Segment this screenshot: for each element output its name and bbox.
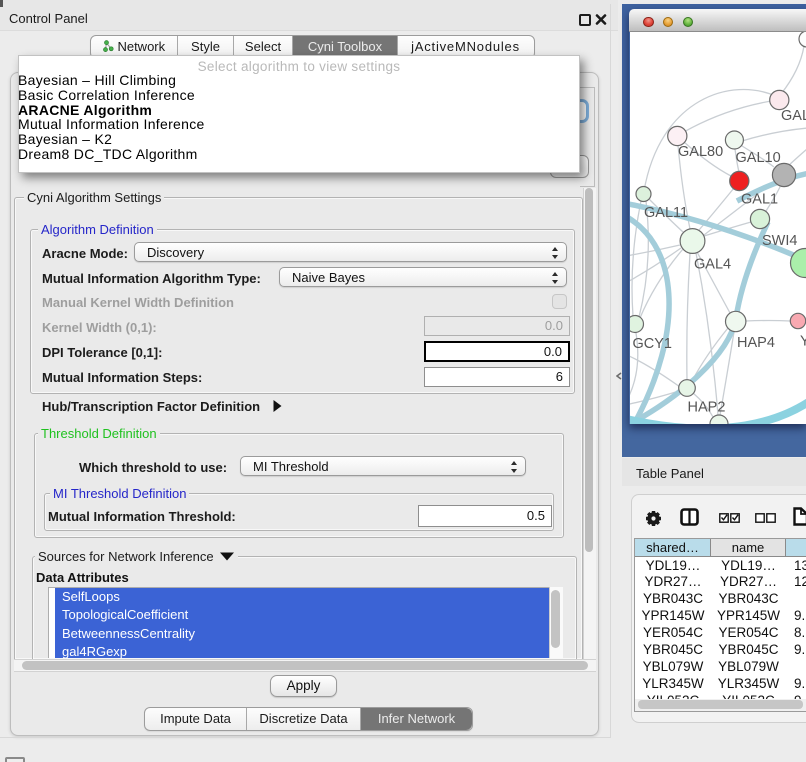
svg-text:GAL2: GAL2 bbox=[781, 108, 806, 124]
svg-text:GAL4: GAL4 bbox=[694, 257, 731, 273]
svg-text:SWI4: SWI4 bbox=[762, 233, 797, 249]
svg-text:GAL10: GAL10 bbox=[736, 150, 781, 166]
svg-text:HAP2: HAP2 bbox=[688, 400, 726, 416]
svg-text:YE: YE bbox=[800, 334, 806, 350]
svg-text:GCY1: GCY1 bbox=[633, 336, 673, 352]
svg-text:GAL11: GAL11 bbox=[644, 205, 688, 221]
svg-text:HAP4: HAP4 bbox=[737, 335, 775, 351]
svg-text:GAL80: GAL80 bbox=[678, 144, 723, 160]
svg-text:GAL1: GAL1 bbox=[741, 192, 778, 208]
